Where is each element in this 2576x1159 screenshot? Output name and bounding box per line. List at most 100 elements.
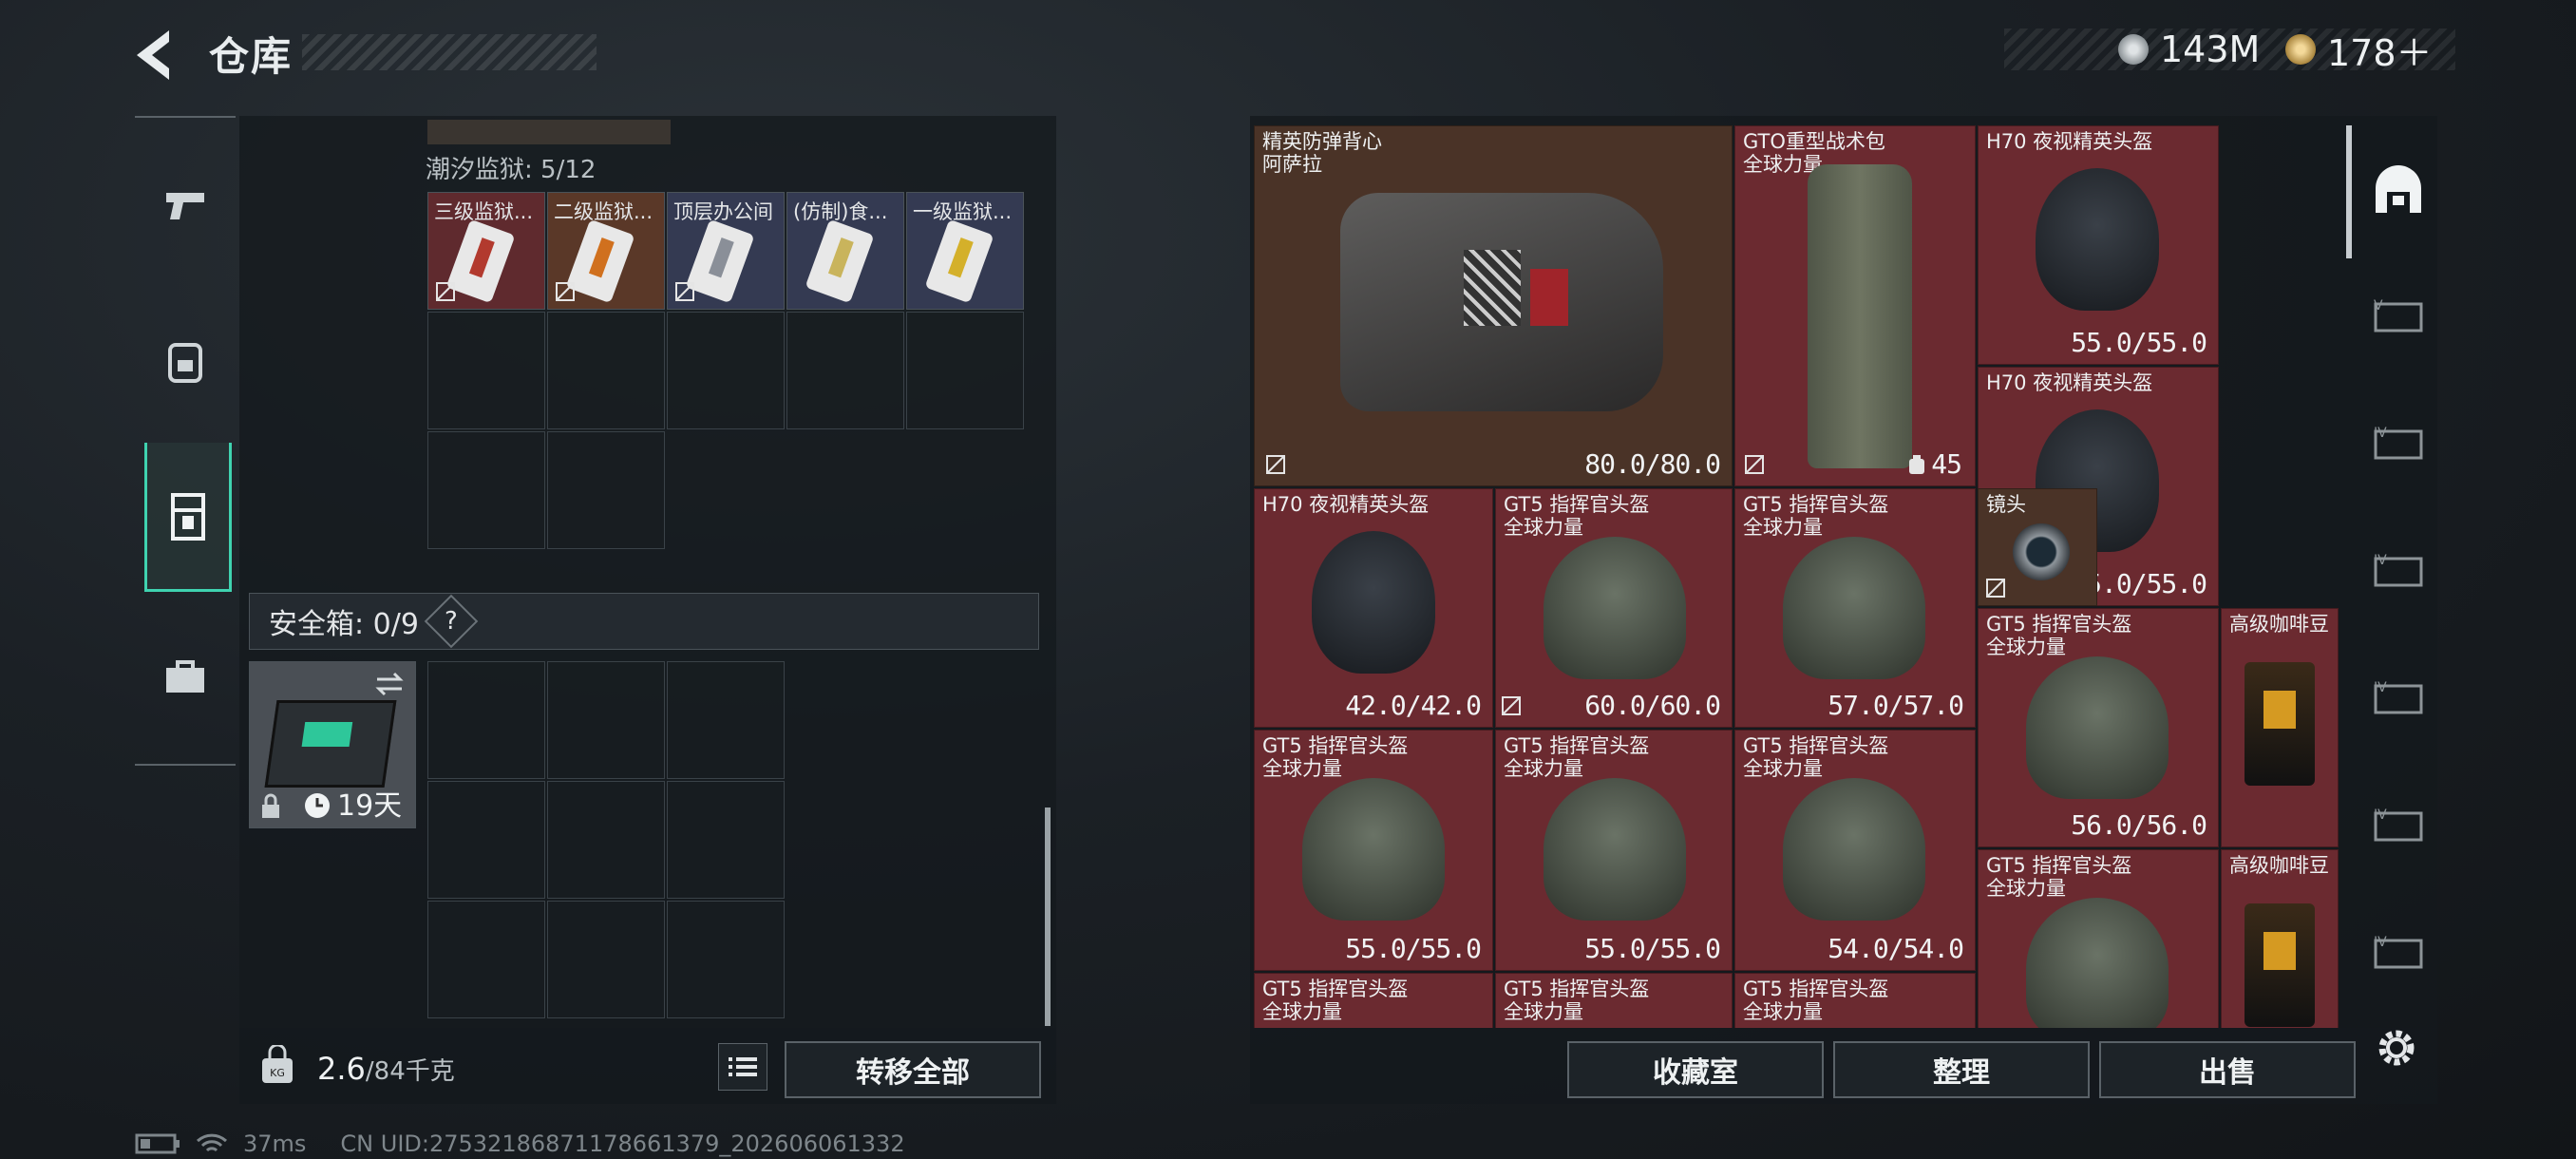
- helmet-item[interactable]: GT5 指挥官头盔 全球力量: [1254, 973, 1493, 1028]
- no-trade-icon: [675, 282, 694, 301]
- lock-icon: [262, 793, 279, 818]
- durability: 56.0/56.0: [2071, 809, 2207, 841]
- empty-slot[interactable]: [667, 661, 785, 779]
- scope-lens-item[interactable]: 镜头: [1978, 488, 2097, 606]
- help-button[interactable]: ?: [424, 594, 479, 649]
- empty-slot[interactable]: [547, 781, 665, 899]
- no-trade-icon: [1502, 696, 1521, 715]
- helmet-item[interactable]: H70 夜视精英头盔 55.0/55.0: [1978, 125, 2219, 365]
- helmet-item[interactable]: H70 夜视精英头盔 42.0/42.0: [1254, 488, 1493, 728]
- list-view-button[interactable]: [718, 1043, 767, 1091]
- helmet-item[interactable]: GT5 指挥官头盔 全球力量: [1978, 849, 2219, 1028]
- durability: 55.0/55.0: [2071, 327, 2207, 358]
- empty-slot[interactable]: [667, 312, 785, 429]
- svg-text:IV: IV: [2374, 808, 2387, 823]
- silver-currency[interactable]: 143M: [2118, 27, 2260, 72]
- helmet-item[interactable]: GT5 指挥官头盔 全球力量 57.0/57.0: [1734, 488, 1976, 728]
- empty-slot[interactable]: [786, 312, 904, 429]
- swap-icon[interactable]: [373, 670, 406, 698]
- category-item[interactable]: IV: [2365, 405, 2432, 481]
- helmet-item[interactable]: GT5 指挥官头盔 全球力量 56.0/56.0: [1978, 608, 2219, 847]
- battery-icon: [135, 1133, 180, 1154]
- sort-button[interactable]: 整理: [1833, 1041, 2090, 1098]
- weight-icon: KG: [262, 1045, 293, 1083]
- back-arrow-icon[interactable]: [131, 27, 188, 84]
- nav-storage[interactable]: [144, 443, 232, 592]
- coffee-beans-item[interactable]: 高级咖啡豆: [2221, 608, 2339, 847]
- nav-backpack[interactable]: [144, 310, 226, 410]
- gold-currency[interactable]: 178＋: [2285, 27, 2433, 74]
- key-item[interactable]: 一级监狱...: [906, 192, 1024, 310]
- durability: 55.0/55.0: [1345, 933, 1482, 964]
- title-decoration: [302, 34, 597, 70]
- list-icon: [729, 1057, 757, 1076]
- svg-text:KG: KG: [270, 1067, 285, 1079]
- empty-slot[interactable]: [667, 901, 785, 1018]
- helmet-item[interactable]: GT5 指挥官头盔 全球力量 54.0/54.0: [1734, 730, 1976, 971]
- item-name: GT5 指挥官头盔 全球力量: [1743, 493, 1889, 539]
- key-item[interactable]: (仿制)食...: [786, 192, 904, 310]
- armor-vest-item[interactable]: 精英防弹背心 阿萨拉 80.0/80.0: [1254, 125, 1733, 486]
- sell-button[interactable]: 出售: [2099, 1041, 2356, 1098]
- empty-slot[interactable]: [547, 312, 665, 429]
- empty-slot[interactable]: [667, 781, 785, 899]
- weight-max: /84千克: [365, 1057, 455, 1086]
- helmet-item[interactable]: GT5 指挥官头盔 全球力量 60.0/60.0: [1495, 488, 1733, 728]
- coffee-beans-item[interactable]: 高级咖啡豆: [2221, 849, 2339, 1028]
- empty-slot[interactable]: [427, 431, 545, 549]
- empty-slot[interactable]: [547, 901, 665, 1018]
- category-item[interactable]: IV: [2365, 787, 2432, 863]
- gold-coin-icon: [2285, 34, 2316, 65]
- nav-equipment[interactable]: [144, 627, 226, 728]
- silver-amount: 143M: [2160, 28, 2261, 70]
- page-title: 仓库: [209, 33, 294, 80]
- helmet-item[interactable]: GT5 指挥官头盔 全球力量 55.0/55.0: [1495, 730, 1733, 971]
- empty-slot[interactable]: [906, 312, 1024, 429]
- armor-tier-icon: V: [2374, 298, 2423, 332]
- right-scrollbar[interactable]: [2346, 125, 2352, 258]
- key-item[interactable]: 二级监狱...: [547, 192, 665, 310]
- armor-tier-icon: IV: [2374, 426, 2423, 460]
- item-name: GT5 指挥官头盔 全球力量: [1504, 734, 1650, 780]
- durability: 60.0/60.0: [1584, 690, 1721, 721]
- armor-tier-icon: IV: [2374, 553, 2423, 587]
- armor-tier-icon: IV: [2374, 680, 2423, 714]
- nav-weapons[interactable]: [144, 154, 226, 255]
- helmet-item[interactable]: GT5 指挥官头盔 全球力量: [1495, 973, 1733, 1028]
- category-item[interactable]: IV: [2365, 914, 2432, 990]
- no-trade-icon: [1745, 455, 1764, 474]
- category-item[interactable]: IV: [2365, 532, 2432, 608]
- empty-slot[interactable]: [427, 312, 545, 429]
- category-item[interactable]: V: [2365, 277, 2432, 353]
- ping: 37ms: [243, 1130, 307, 1157]
- empty-slot[interactable]: [427, 781, 545, 899]
- key-item[interactable]: 顶层办公间: [667, 192, 785, 310]
- transfer-all-button[interactable]: 转移全部: [785, 1041, 1041, 1098]
- svg-text:IV: IV: [2374, 935, 2387, 950]
- item-name: H70 夜视精英头盔: [1986, 371, 2153, 394]
- category-all[interactable]: [2365, 152, 2432, 228]
- item-name: GT5 指挥官头盔 全球力量: [1504, 978, 1650, 1023]
- category-item[interactable]: IV: [2365, 659, 2432, 735]
- empty-slot[interactable]: [427, 901, 545, 1018]
- key-item[interactable]: 三级监狱...: [427, 192, 545, 310]
- no-trade-icon: [1986, 579, 2005, 598]
- helmet-item[interactable]: GT5 指挥官头盔 全球力量 55.0/55.0: [1254, 730, 1493, 971]
- item-name: GT5 指挥官头盔 全球力量: [1504, 493, 1650, 539]
- safe-case-item[interactable]: 19天: [249, 661, 416, 828]
- item-name: GT5 指挥官头盔 全球力量: [1262, 734, 1409, 780]
- left-scrollbar[interactable]: [1045, 808, 1051, 1026]
- empty-slot[interactable]: [427, 661, 545, 779]
- tactical-backpack-item[interactable]: GTO重型战术包 全球力量 45: [1734, 125, 1976, 486]
- safe-box-grid: [427, 661, 788, 1022]
- svg-text:IV: IV: [2374, 426, 2387, 441]
- collection-room-button[interactable]: 收藏室: [1567, 1041, 1824, 1098]
- empty-slot[interactable]: [547, 431, 665, 549]
- settings-gear-icon[interactable]: [2373, 1024, 2420, 1072]
- svg-text:V: V: [2374, 298, 2383, 314]
- bag-capacity: 45: [1931, 448, 1962, 480]
- empty-slot[interactable]: [547, 661, 665, 779]
- helmet-item[interactable]: GT5 指挥官头盔 全球力量: [1734, 973, 1976, 1028]
- item-name: GT5 指挥官头盔 全球力量: [1743, 734, 1889, 780]
- briefcase-icon: [166, 660, 204, 693]
